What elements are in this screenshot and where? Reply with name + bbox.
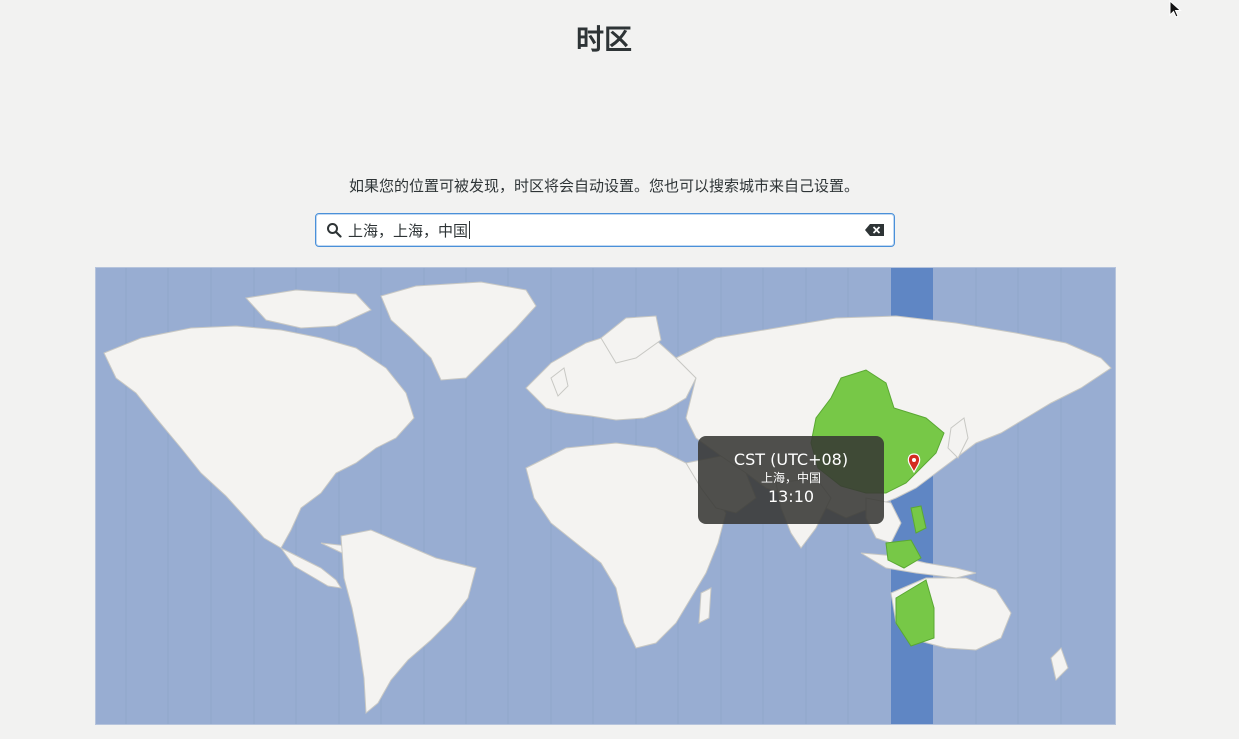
text-caret [469, 221, 471, 239]
timezone-page: 时区 如果您的位置可被发现，时区将会自动设置。您也可以搜索城市来自己设置。 上海… [0, 0, 1239, 739]
search-icon [327, 223, 342, 238]
timezone-name: CST (UTC+08) [733, 450, 849, 469]
clear-text-icon[interactable] [864, 222, 886, 238]
north-america [103, 325, 415, 549]
greenland [380, 281, 537, 381]
central-america [280, 547, 343, 589]
timezone-description: 如果您的位置可被发现，时区将会自动设置。您也可以搜索城市来自己设置。 [348, 177, 859, 195]
mouse-pointer-icon [1169, 0, 1182, 18]
search-value: 上海，上海，中国 [348, 221, 469, 240]
timezone-map[interactable]: CST (UTC+08) 上海，中国 13:10 [95, 267, 1116, 725]
search-text-area[interactable]: 上海，上海，中国 [348, 220, 864, 241]
arctic-islands [245, 289, 372, 329]
page-title: 时区 [575, 23, 632, 56]
continents [103, 281, 1112, 715]
new-zealand [1050, 647, 1069, 681]
timezone-tooltip: CST (UTC+08) 上海，中国 13:10 [698, 436, 884, 524]
madagascar [698, 587, 712, 624]
world-map[interactable] [96, 268, 1116, 725]
timezone-search-input[interactable]: 上海，上海，中国 [315, 213, 895, 247]
timezone-time: 13:10 [767, 487, 815, 506]
south-america [340, 529, 477, 715]
timezone-location: 上海，中国 [760, 471, 821, 485]
